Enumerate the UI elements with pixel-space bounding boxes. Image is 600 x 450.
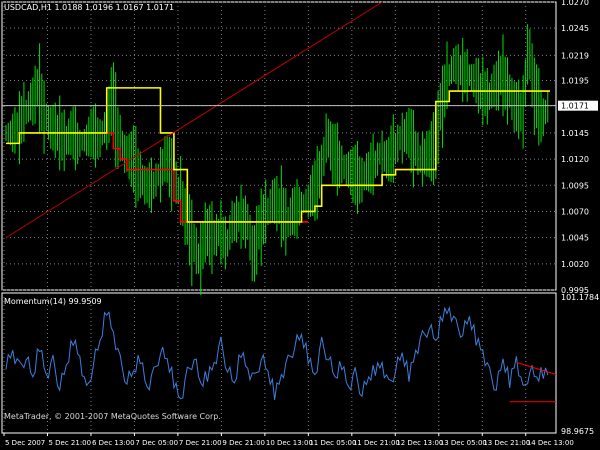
price-tick-label: 1.0219 [561,51,589,60]
chart-title: USDCAD,H1 1.0188 1.0196 1.0167 1.0171 [4,3,175,12]
price-tick-label: 1.0070 [561,207,589,216]
momentum-tick-label: 101.1784 [561,293,599,302]
time-tick-label: 9 Dec 21:00 [222,439,265,447]
time-tick-label: 5 Dec 21:00 [48,439,91,447]
time-tick-label: 12 Dec 13:00 [396,439,443,447]
main-panel-frame [1,1,557,291]
time-tick-label: 13 Dec 05:00 [440,439,487,447]
momentum-line[interactable] [5,305,549,400]
price-tick-label: 1.0145 [561,129,589,138]
price-tick-label: 1.0095 [561,181,589,190]
time-tick-label: 7 Dec 05:00 [135,439,178,447]
time-tick-label: 5 Dec 2007 [5,439,45,447]
price-tick-label: 1.0020 [561,260,589,269]
price-tick-label: 1.0120 [561,155,589,164]
momentum-trend-line[interactable] [516,361,557,375]
time-tick-label: 11 Dec 05:00 [309,439,356,447]
copyright-text: MetaTrader, © 2001-2007 MetaQuotes Softw… [4,412,221,421]
momentum-panel[interactable] [5,305,557,403]
price-tick-label: 1.0245 [561,24,589,33]
main-price-panel[interactable] [2,1,556,296]
price-axis: 1.0270 1.0245 1.0219 1.0195 1.0171 1.0145 1.01… [558,0,599,436]
time-tick-label: 11 Dec 21:00 [353,439,400,447]
chart-canvas[interactable]: 1.0270 1.0245 1.0219 1.0195 1.0171 1.0145 1.01… [0,0,600,450]
chart-window[interactable]: 1.0270 1.0245 1.0219 1.0195 1.0171 1.0145 1.01… [0,0,600,450]
price-tick-label: 1.0270 [561,0,589,7]
momentum-tick-label: 98.9675 [561,427,594,436]
time-tick-label: 6 Dec 13:00 [92,439,135,447]
time-tick-label: 14 Dec 13:00 [527,439,574,447]
current-price-tag-label: 1.0171 [561,102,589,111]
time-tick-label: 13 Dec 21:00 [483,439,530,447]
price-tick-label: 1.0045 [561,234,589,243]
time-tick-label: 10 Dec 13:00 [266,439,313,447]
price-tick-label: 1.0195 [561,77,589,86]
time-axis: 5 Dec 2007 5 Dec 21:00 6 Dec 13:00 7 Dec 05… [3,433,574,447]
time-tick-label: 7 Dec 21:00 [179,439,222,447]
yellow-step-line[interactable] [6,87,550,223]
indicator-title: Momentum(14) 99.9509 [4,297,102,306]
